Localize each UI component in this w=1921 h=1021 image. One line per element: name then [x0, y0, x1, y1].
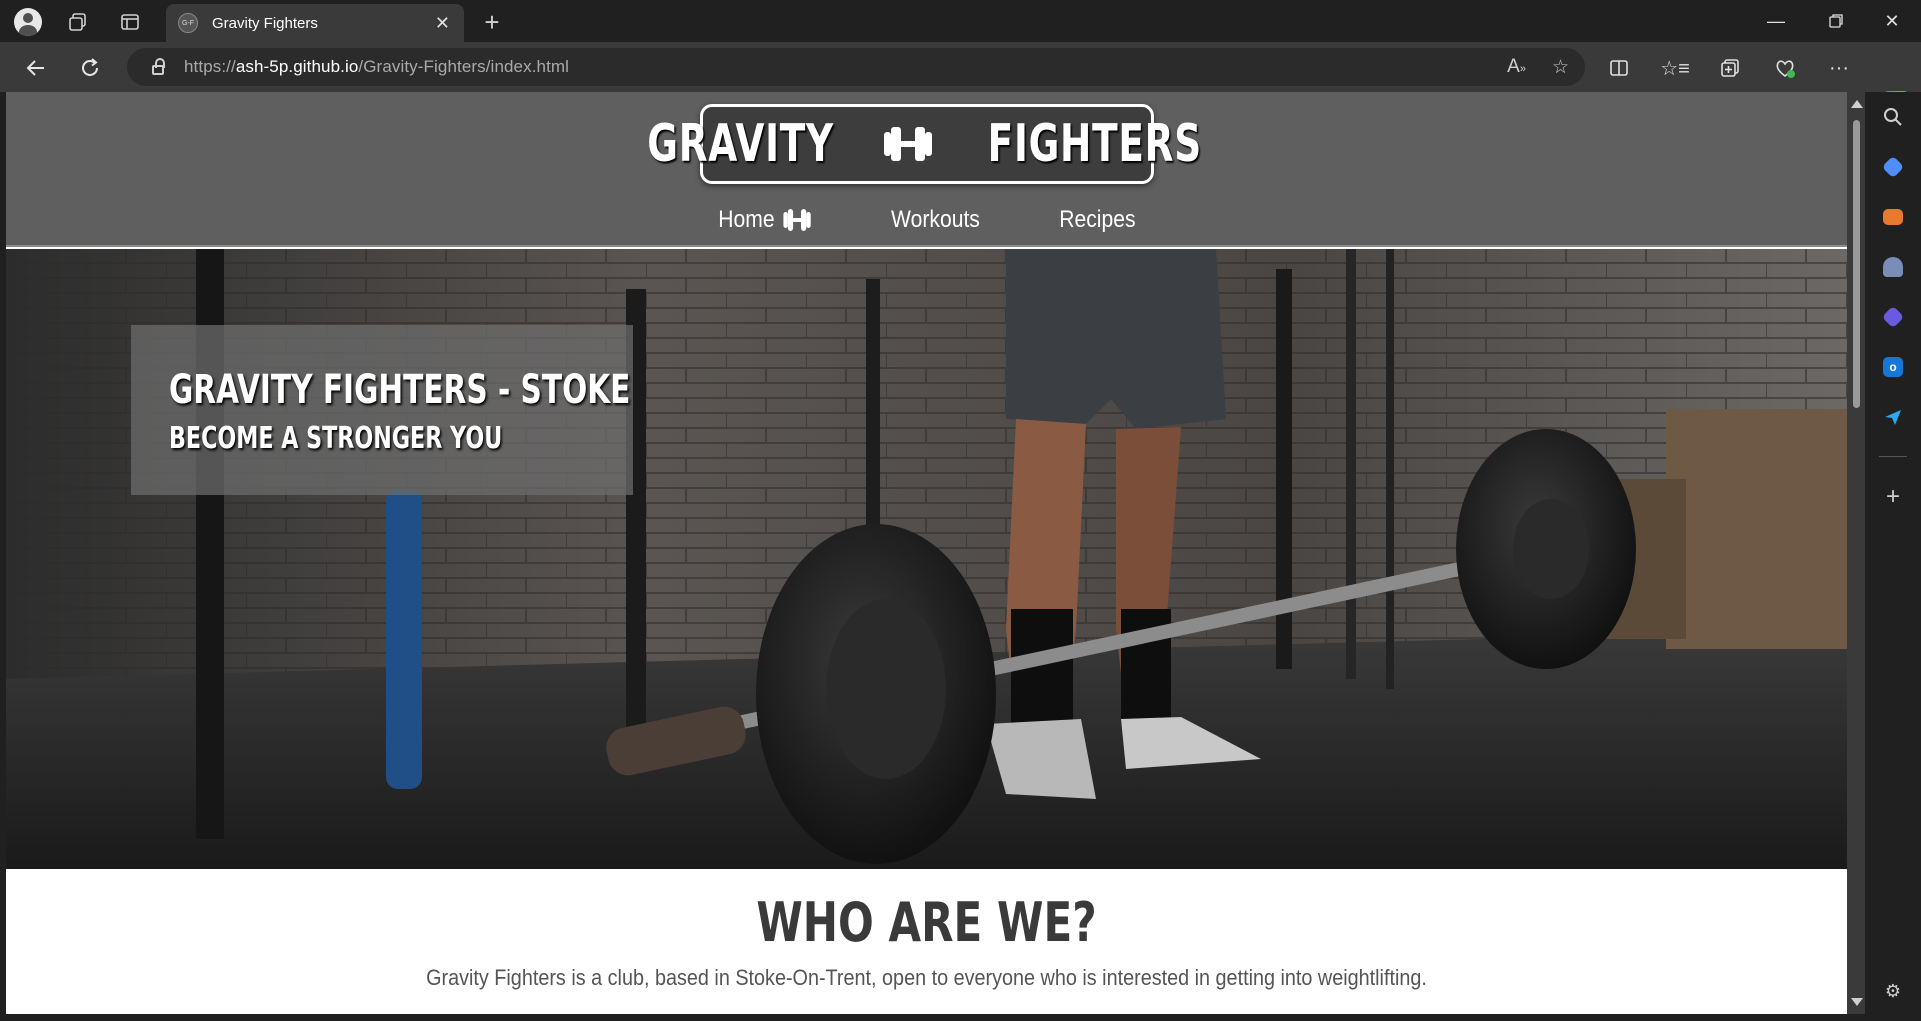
hero-title: GRAVITY FIGHTERS - STOKE — [169, 367, 631, 413]
outlook-icon[interactable]: o — [1880, 354, 1906, 380]
browser-toolbar: https://ash-5p.github.io/Gravity-Fighter… — [0, 42, 1921, 121]
games-icon[interactable] — [1880, 254, 1906, 280]
nav-home-label: Home — [718, 206, 775, 233]
tab-title: Gravity Fighters — [212, 14, 318, 32]
refresh-icon[interactable] — [73, 51, 107, 85]
address-bar[interactable]: https://ash-5p.github.io/Gravity-Fighter… — [127, 48, 1585, 86]
favorites-icon[interactable]: ☆≡ — [1658, 51, 1692, 85]
minimize-icon[interactable]: — — [1748, 0, 1804, 42]
scroll-up-arrow-icon[interactable] — [1851, 100, 1863, 108]
shopping-tag-icon[interactable] — [1880, 154, 1906, 180]
main-nav: Home Workouts Recipes — [6, 200, 1847, 240]
hero-subtitle: BECOME A STRONGER YOU — [169, 421, 503, 456]
nav-recipes[interactable]: Recipes — [1059, 200, 1135, 240]
favorite-star-icon[interactable]: ☆ — [1552, 56, 1569, 79]
edge-sidebar: o + ⚙ — [1865, 92, 1921, 1021]
dumbbell-icon — [883, 127, 932, 161]
browser-essentials-icon[interactable] — [1768, 51, 1802, 85]
about-title: WHO ARE WE? — [756, 891, 1097, 954]
read-aloud-icon[interactable]: A» — [1507, 56, 1526, 78]
browser-tab-bar: G-F Gravity Fighters ✕ + — ✕ — [0, 0, 1921, 42]
split-screen-icon[interactable] — [1602, 51, 1636, 85]
workspaces-icon[interactable] — [62, 6, 94, 38]
about-text: Gravity Fighters is a club, based in Sto… — [426, 965, 1427, 990]
active-tab[interactable]: G-F Gravity Fighters ✕ — [166, 4, 464, 42]
scroll-down-arrow-icon[interactable] — [1851, 998, 1863, 1006]
logo-text-right: FIGHTERS — [987, 114, 1202, 174]
sidebar-settings-gear-icon[interactable]: ⚙ — [1880, 978, 1906, 1004]
nav-workouts[interactable]: Workouts — [891, 200, 980, 240]
collections-icon[interactable] — [1713, 51, 1747, 85]
nav-home[interactable]: Home — [718, 200, 811, 240]
send-drop-icon[interactable] — [1880, 404, 1906, 430]
microsoft-365-icon[interactable] — [1880, 304, 1906, 330]
back-arrow-icon[interactable] — [19, 51, 53, 85]
more-options-icon[interactable]: ··· — [1822, 51, 1856, 85]
page-scrollbar[interactable] — [1847, 92, 1865, 1014]
logo-text-left: GRAVITY — [646, 114, 834, 174]
hero-banner: GRAVITY FIGHTERS - STOKE BECOME A STRONG… — [6, 249, 1847, 869]
sidebar-search-icon[interactable] — [1880, 104, 1906, 130]
scrollbar-thumb[interactable] — [1853, 120, 1860, 408]
close-window-icon[interactable]: ✕ — [1864, 0, 1920, 42]
add-sidebar-app-icon[interactable]: + — [1880, 483, 1906, 510]
lock-icon[interactable] — [152, 58, 165, 75]
restore-icon[interactable] — [1808, 0, 1864, 42]
profile-avatar[interactable] — [12, 6, 44, 38]
site-header: GRAVITY FIGHTERS Home Workouts Recipes — [6, 92, 1847, 247]
site-logo[interactable]: GRAVITY FIGHTERS — [647, 104, 1201, 184]
page-viewport: GRAVITY FIGHTERS Home Workouts Recipes G… — [6, 92, 1847, 1014]
vertical-tabs-icon[interactable] — [114, 6, 146, 38]
site-favicon-icon: G-F — [178, 13, 198, 33]
about-section: WHO ARE WE? Gravity Fighters is a club, … — [6, 869, 1847, 1014]
new-tab-icon[interactable]: + — [476, 6, 508, 38]
tab-close-icon[interactable]: ✕ — [435, 13, 450, 34]
tools-briefcase-icon[interactable] — [1880, 204, 1906, 230]
hero-caption-box: GRAVITY FIGHTERS - STOKE BECOME A STRONG… — [131, 325, 633, 495]
url-text[interactable]: https://ash-5p.github.io/Gravity-Fighter… — [184, 57, 569, 77]
dumbbell-icon — [783, 209, 811, 231]
